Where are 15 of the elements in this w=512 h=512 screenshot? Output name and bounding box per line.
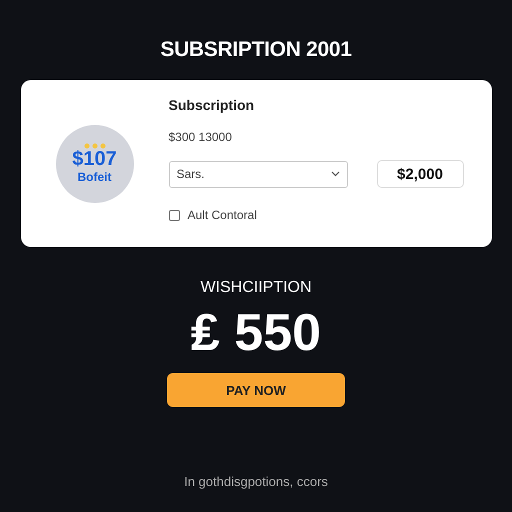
card-title: Subscription xyxy=(168,97,256,113)
badge-amount: $107 xyxy=(72,149,117,170)
price-button[interactable]: $2,000 xyxy=(376,160,464,188)
plan-dropdown[interactable]: Sars. xyxy=(168,160,348,188)
footer-text: In gothdisgpotions, ccors xyxy=(184,474,328,489)
checkbox-label: Ault Contoral xyxy=(188,208,257,222)
summary-label: WISHCIIPTION xyxy=(200,279,312,297)
page-title: SUBSRIPTION 2001 xyxy=(160,38,352,62)
pay-button[interactable]: PAY NOW xyxy=(167,373,345,407)
dots-icon xyxy=(84,143,106,149)
total-amount: ₤ 550 xyxy=(190,303,322,363)
badge-label: Bofeit xyxy=(78,170,112,184)
checkbox[interactable] xyxy=(168,210,180,220)
chevron-icon xyxy=(330,171,340,177)
price-range: $300 13000 xyxy=(168,130,233,144)
